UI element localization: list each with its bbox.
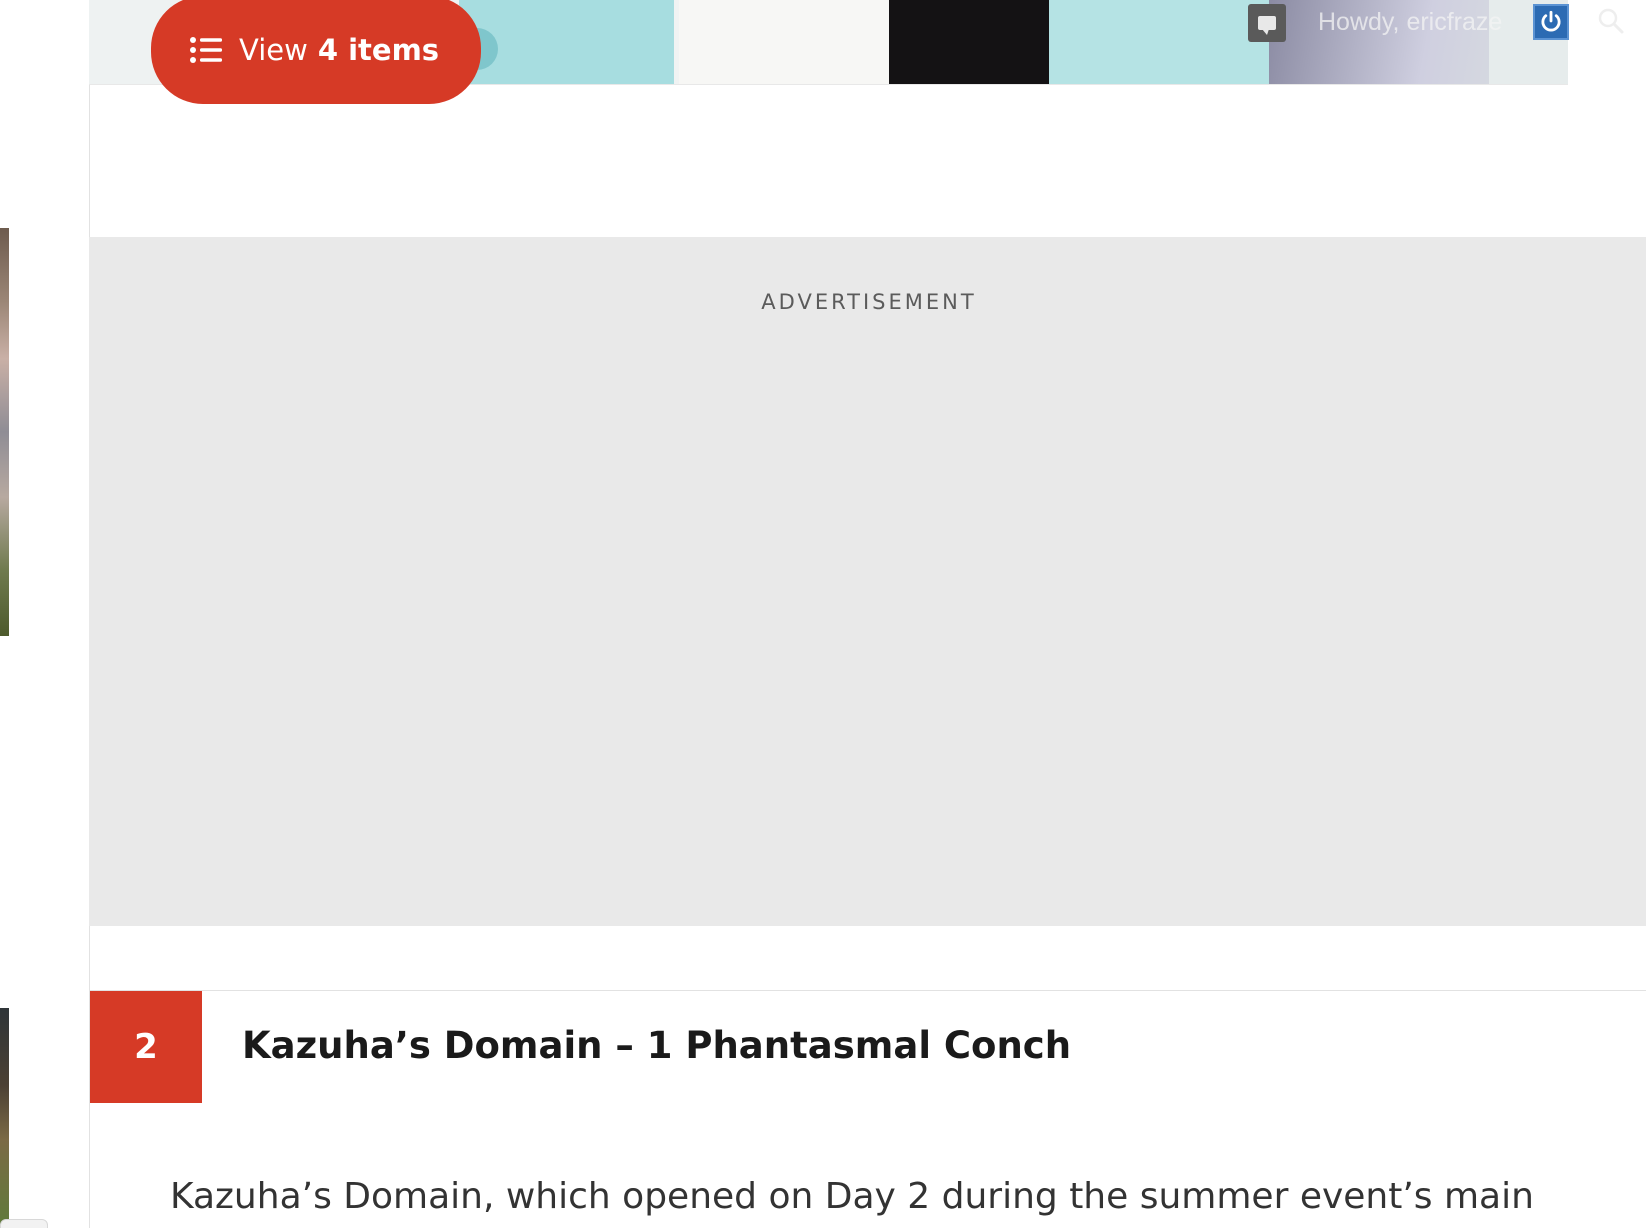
admin-bar: Howdy, ericfraze [1240,0,1646,48]
view-items-label: View [239,33,308,67]
item-body-text: Kazuha’s Domain, which opened on Day 2 d… [170,1176,1534,1217]
sidebar-thumbnail[interactable] [0,1008,9,1228]
power-icon[interactable] [1533,4,1569,40]
comment-icon[interactable] [1248,4,1286,42]
hero-decoration [679,0,889,85]
list-icon [190,37,222,63]
advertisement-label: ADVERTISEMENT [761,290,977,314]
view-items-button[interactable]: View 4 items [151,0,481,104]
left-sidebar [0,0,90,1228]
howdy-greeting[interactable]: Howdy, ericfraze [1318,8,1502,37]
view-items-count: 4 items [317,33,440,67]
advertisement-slot [89,237,1646,926]
sidebar-tab[interactable] [0,1219,48,1228]
section-divider [89,990,1646,991]
search-icon[interactable] [1596,6,1626,36]
item-number-badge: 2 [90,991,202,1103]
item-title: Kazuha’s Domain – 1 Phantasmal Conch [242,1024,1072,1067]
page: Howdy, ericfraze View 4 items ADVERTISEM [0,0,1646,1228]
